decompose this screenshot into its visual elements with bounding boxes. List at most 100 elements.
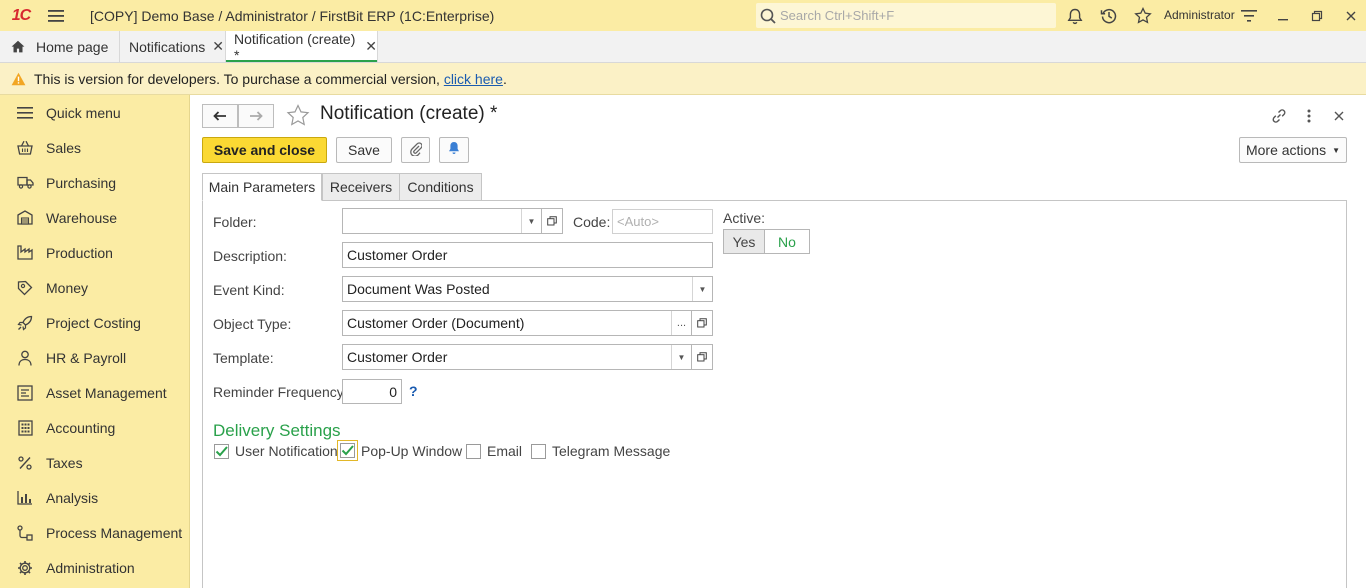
template-field[interactable]: Customer Order ▼	[342, 344, 692, 370]
add-to-favorites-star-icon[interactable]	[286, 104, 310, 130]
notification-button[interactable]	[439, 137, 469, 163]
template-open-button[interactable]	[691, 344, 713, 370]
search-icon	[760, 8, 776, 24]
close-form-icon[interactable]	[1328, 105, 1350, 127]
tab-main-parameters[interactable]: Main Parameters	[202, 173, 322, 201]
search-input[interactable]	[780, 8, 1040, 23]
sidebar-item-sales[interactable]: Sales	[0, 130, 190, 165]
select-ellipsis-button[interactable]: ...	[671, 311, 691, 335]
current-user[interactable]: Administrator	[1164, 8, 1235, 22]
folder-label: Folder:	[213, 214, 257, 230]
bar-chart-icon	[16, 489, 34, 507]
checkbox-checked-icon[interactable]	[214, 443, 229, 459]
open-tabs-bar: Home page Notifications ✕ Notification (…	[0, 31, 1366, 63]
back-button[interactable]	[202, 104, 238, 128]
more-vertical-icon[interactable]	[1298, 105, 1320, 127]
sidebar-item-label: Quick menu	[46, 104, 121, 121]
minimize-icon[interactable]	[1272, 5, 1294, 27]
object-type-field[interactable]: Customer Order (Document) ...	[342, 310, 692, 336]
tab-home-page[interactable]: Home page	[0, 31, 120, 62]
sidebar-item-label: Asset Management	[46, 384, 167, 401]
object-type-open-button[interactable]	[691, 310, 713, 336]
active-no-option[interactable]: No	[765, 230, 809, 253]
link-icon[interactable]	[1268, 105, 1290, 127]
sidebar-item-asset-management[interactable]: Asset Management	[0, 375, 190, 410]
open-form-icon	[697, 352, 707, 362]
sidebar-item-label: Money	[46, 279, 89, 296]
event-kind-field[interactable]: Document Was Posted ▼	[342, 276, 713, 302]
factory-icon	[16, 244, 34, 262]
reminder-frequency-label: Reminder Frequency:	[213, 384, 348, 400]
active-label: Active:	[723, 210, 766, 226]
tab-receivers[interactable]: Receivers	[322, 173, 400, 201]
calculator-icon	[16, 419, 34, 437]
sidebar-item-quick-menu[interactable]: Quick menu	[0, 95, 190, 130]
checkbox-checked-icon[interactable]	[337, 440, 358, 461]
help-icon[interactable]: ?	[409, 383, 418, 399]
sidebar-item-production[interactable]: Production	[0, 235, 190, 270]
favorites-star-icon[interactable]	[1132, 5, 1154, 27]
sidebar-item-label: Accounting	[46, 419, 116, 436]
more-actions-button[interactable]: More actions ▼	[1239, 137, 1347, 163]
sidebar-item-label: Analysis	[46, 489, 99, 506]
close-tab-icon[interactable]: ✕	[365, 38, 377, 55]
tab-conditions[interactable]: Conditions	[399, 173, 482, 201]
attachment-button[interactable]	[401, 137, 430, 163]
notifications-bell-icon[interactable]	[1064, 5, 1086, 27]
sidebar-item-analysis[interactable]: Analysis	[0, 480, 190, 515]
save-button[interactable]: Save	[336, 137, 392, 163]
truck-icon	[16, 174, 34, 192]
description-field[interactable]: Customer Order	[342, 242, 713, 268]
telegram-message-checkbox[interactable]: Telegram Message	[531, 443, 670, 459]
warehouse-icon	[16, 209, 34, 227]
sidebar-item-hr-payroll[interactable]: HR & Payroll	[0, 340, 190, 375]
dropdown-arrow-icon[interactable]: ▼	[671, 345, 691, 369]
forward-button[interactable]	[238, 104, 274, 128]
email-checkbox[interactable]: Email	[466, 443, 522, 459]
sidebar-item-purchasing[interactable]: Purchasing	[0, 165, 190, 200]
dropdown-arrow-icon[interactable]: ▼	[521, 209, 541, 233]
close-tab-icon[interactable]: ✕	[212, 38, 224, 55]
sidebar-item-project-costing[interactable]: Project Costing	[0, 305, 190, 340]
sidebar-item-accounting[interactable]: Accounting	[0, 410, 190, 445]
checkbox-unchecked-icon[interactable]	[531, 443, 546, 459]
bell-icon	[447, 141, 461, 159]
code-field[interactable]: <Auto>	[612, 209, 713, 234]
global-search[interactable]	[756, 3, 1056, 28]
popup-window-checkbox[interactable]: Pop-Up Window	[337, 440, 462, 461]
save-and-close-button[interactable]: Save and close	[202, 137, 327, 163]
sidebar-item-administration[interactable]: Administration	[0, 550, 190, 585]
sidebar-item-taxes[interactable]: Taxes	[0, 445, 190, 480]
folder-field[interactable]: ▼	[342, 208, 542, 234]
tab-label: Notifications	[129, 38, 206, 55]
sidebar-item-label: HR & Payroll	[46, 349, 127, 366]
app-logo[interactable]: 1С	[0, 0, 42, 31]
settings-filter-icon[interactable]	[1238, 5, 1260, 27]
active-yes-option[interactable]: Yes	[724, 230, 765, 253]
active-toggle[interactable]: Yes No	[723, 229, 810, 254]
sidebar-item-label: Sales	[46, 139, 82, 156]
folder-open-button[interactable]	[541, 208, 563, 234]
main-menu-icon[interactable]	[42, 0, 70, 31]
sidebar-item-money[interactable]: Money	[0, 270, 190, 305]
template-label: Template:	[213, 350, 274, 366]
history-icon[interactable]	[1098, 5, 1120, 27]
open-form-icon	[697, 318, 707, 328]
sidebar-item-process-management[interactable]: Process Management	[0, 515, 190, 550]
sidebar-item-label: Process Management	[46, 524, 183, 541]
dropdown-arrow-icon[interactable]: ▼	[692, 277, 712, 301]
checkbox-unchecked-icon[interactable]	[466, 443, 481, 459]
tab-notification-create[interactable]: Notification (create) * ✕	[226, 31, 378, 63]
caret-down-icon: ▼	[1332, 145, 1341, 155]
reminder-frequency-field[interactable]: 0	[342, 379, 402, 404]
sections-panel: Quick menu Sales Purchasing Warehouse Pr…	[0, 95, 190, 588]
event-kind-label: Event Kind:	[213, 282, 285, 298]
user-notification-checkbox[interactable]: User Notification	[214, 443, 338, 459]
restore-window-icon[interactable]	[1306, 5, 1328, 27]
sidebar-item-label: Warehouse	[46, 209, 118, 226]
tab-notifications[interactable]: Notifications ✕	[120, 31, 226, 62]
gear-icon	[16, 559, 34, 577]
close-window-icon[interactable]	[1340, 5, 1362, 27]
purchase-link[interactable]: click here	[444, 71, 503, 87]
sidebar-item-warehouse[interactable]: Warehouse	[0, 200, 190, 235]
